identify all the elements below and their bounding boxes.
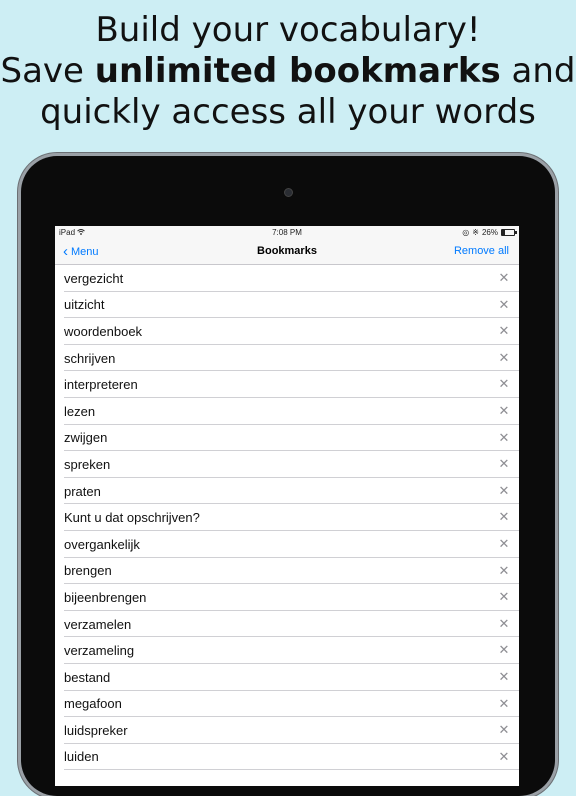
bookmark-item[interactable]: overgankelijk ✕ [55, 531, 519, 558]
close-icon[interactable]: ✕ [497, 717, 511, 743]
close-icon[interactable]: ✕ [497, 558, 511, 584]
bookmark-item[interactable]: Kunt u dat opschrijven? ✕ [55, 504, 519, 531]
bookmark-item[interactable]: interpreteren ✕ [55, 371, 519, 398]
navigation-bar: ‹ Menu Bookmarks Remove all [55, 239, 519, 265]
bookmark-word: vergezicht [64, 270, 124, 286]
battery-percent: 26% [481, 228, 498, 237]
close-icon[interactable]: ✕ [497, 691, 511, 717]
bookmark-word: luiden [64, 749, 99, 765]
bookmark-word: luidspreker [64, 722, 128, 738]
ipad-frame: iPad 7:08 PM ◎ ※ 26% ‹ Menu Bookmarks Re… [21, 156, 555, 796]
headline-line-2-post: and [500, 51, 576, 91]
bookmark-word: schrijven [64, 350, 116, 366]
close-icon[interactable]: ✕ [497, 664, 511, 690]
bookmark-word: brengen [64, 563, 112, 579]
headline-line-1: Build your vocabulary! [95, 10, 481, 50]
close-icon[interactable]: ✕ [497, 398, 511, 424]
bookmark-item[interactable]: spreken ✕ [55, 451, 519, 478]
close-icon[interactable]: ✕ [497, 425, 511, 451]
bookmark-item[interactable]: schrijven ✕ [55, 345, 519, 372]
bookmark-item[interactable]: brengen ✕ [55, 558, 519, 585]
close-icon[interactable]: ✕ [497, 611, 511, 637]
bookmark-word: woordenboek [64, 323, 143, 339]
bookmark-item[interactable]: luiden ✕ [55, 744, 519, 771]
bookmark-item[interactable]: zwijgen ✕ [55, 425, 519, 452]
bookmark-item[interactable]: bijeenbrengen ✕ [55, 584, 519, 611]
bookmark-word: interpreteren [64, 377, 138, 393]
bookmark-item[interactable]: praten ✕ [55, 478, 519, 505]
promo-headline: Build your vocabulary! Save unlimited bo… [0, 10, 576, 133]
location-icon: ◎ [462, 228, 470, 237]
status-right: ◎ ※ 26% [462, 228, 517, 237]
headline-line-2: Save unlimited bookmarks and [0, 51, 576, 92]
close-icon[interactable]: ✕ [497, 478, 511, 504]
close-icon[interactable]: ✕ [497, 265, 511, 291]
bookmark-word: Kunt u dat opschrijven? [64, 510, 200, 526]
close-icon[interactable]: ✕ [497, 744, 511, 770]
bookmark-word: bijeenbrengen [64, 589, 147, 605]
camera-icon [284, 188, 293, 197]
close-icon[interactable]: ✕ [497, 504, 511, 530]
remove-all-button[interactable]: Remove all [454, 239, 509, 264]
close-icon[interactable]: ✕ [497, 345, 511, 371]
app-screen: iPad 7:08 PM ◎ ※ 26% ‹ Menu Bookmarks Re… [55, 226, 519, 786]
bookmark-item[interactable]: lezen ✕ [55, 398, 519, 425]
bookmark-item[interactable]: luidspreker ✕ [55, 717, 519, 744]
bookmark-word: verzamelen [64, 616, 132, 632]
bookmark-word: spreken [64, 456, 111, 472]
bookmark-item[interactable]: uitzicht ✕ [55, 292, 519, 319]
battery-icon [501, 229, 517, 236]
bookmark-word: overgankelijk [64, 536, 140, 552]
bookmark-word: lezen [64, 403, 96, 419]
bookmark-word: megafoon [64, 696, 122, 712]
close-icon[interactable]: ✕ [497, 292, 511, 318]
bookmark-item[interactable]: verzamelen ✕ [55, 611, 519, 638]
status-bar: iPad 7:08 PM ◎ ※ 26% [55, 226, 519, 239]
page-title: Bookmarks [257, 245, 317, 257]
close-icon[interactable]: ✕ [497, 318, 511, 344]
bluetooth-icon: ※ [472, 228, 479, 237]
close-icon[interactable]: ✕ [497, 451, 511, 477]
status-time: 7:08 PM [272, 228, 302, 237]
headline-line-3: quickly access all your words [40, 92, 536, 132]
bookmark-word: verzameling [64, 643, 135, 659]
close-icon[interactable]: ✕ [497, 371, 511, 397]
bookmark-list: vergezicht ✕ uitzicht ✕ woordenboek ✕ schrijve… [55, 265, 519, 770]
bookmark-item[interactable]: verzameling ✕ [55, 637, 519, 664]
bookmark-word: uitzicht [64, 297, 105, 313]
bookmark-item[interactable]: vergezicht ✕ [55, 265, 519, 292]
bookmark-item[interactable]: megafoon ✕ [55, 691, 519, 718]
bookmark-word: zwijgen [64, 430, 108, 446]
close-icon[interactable]: ✕ [497, 637, 511, 663]
bookmark-item[interactable]: woordenboek ✕ [55, 318, 519, 345]
bookmark-word: praten [64, 483, 101, 499]
close-icon[interactable]: ✕ [497, 584, 511, 610]
bookmark-word: bestand [64, 669, 111, 685]
headline-line-2-pre: Save [0, 51, 95, 91]
bookmark-item[interactable]: bestand ✕ [55, 664, 519, 691]
close-icon[interactable]: ✕ [497, 531, 511, 557]
battery-fill [502, 230, 506, 235]
headline-emphasis: unlimited bookmarks [94, 51, 501, 91]
